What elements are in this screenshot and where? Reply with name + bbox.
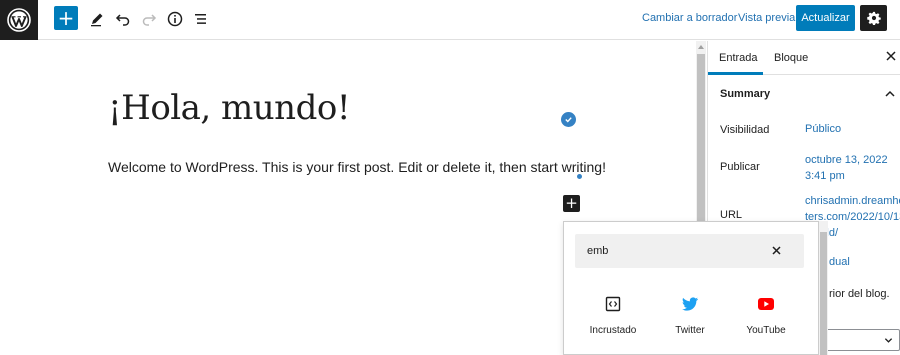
block-item-embed[interactable]: Incrustado	[583, 292, 643, 342]
paragraph-block[interactable]: Welcome to WordPress. This is your first…	[108, 159, 606, 175]
list-view-button[interactable]	[189, 7, 213, 31]
inserter-scrollbar-thumb[interactable]	[820, 232, 827, 355]
chevron-up-icon[interactable]	[884, 88, 896, 100]
partial-link-text[interactable]: dual	[829, 254, 850, 270]
block-indicator-dot	[577, 174, 582, 179]
block-item-youtube[interactable]: YouTube	[736, 292, 796, 342]
gear-icon	[866, 11, 881, 25]
preview-button[interactable]: Vista previa	[738, 12, 795, 24]
block-item-label: Incrustado	[589, 325, 637, 336]
pencil-icon	[91, 13, 103, 27]
url-label: URL	[720, 209, 743, 221]
wordpress-logo-icon	[7, 8, 31, 32]
publish-date-line: octubre 13, 2022	[805, 154, 888, 166]
sidebar-tabs: Entrada Bloque	[708, 41, 900, 75]
close-icon[interactable]	[884, 49, 898, 63]
publish-date-value[interactable]: octubre 13, 2022 3:41 pm	[805, 152, 888, 184]
scroll-up-arrow-icon[interactable]	[697, 43, 705, 51]
add-block-button[interactable]: +	[54, 6, 78, 30]
switch-to-draft-button[interactable]: Cambiar a borrador	[642, 12, 737, 24]
active-tab-indicator	[708, 72, 763, 75]
twitter-icon	[682, 296, 698, 312]
undo-icon	[115, 14, 130, 26]
redo-button[interactable]	[137, 7, 161, 31]
post-title[interactable]: ¡Hola, mundo!	[108, 88, 350, 128]
block-item-twitter[interactable]: Twitter	[660, 292, 720, 342]
embed-icon	[605, 296, 621, 312]
list-view-icon	[195, 14, 206, 24]
tab-entrada[interactable]: Entrada	[719, 52, 758, 64]
chevron-down-icon	[884, 338, 893, 343]
redo-icon	[142, 14, 157, 26]
wordpress-logo-button[interactable]	[0, 0, 38, 40]
publish-time-line: 3:41 pm	[805, 170, 845, 182]
visibility-label: Visibilidad	[720, 124, 770, 136]
block-search-input[interactable]	[575, 234, 804, 268]
url-line-1: chrisadmin.dreamhos	[805, 195, 900, 207]
search-input-value[interactable]: emb	[587, 245, 608, 257]
youtube-icon	[758, 296, 774, 312]
block-item-label: YouTube	[746, 325, 786, 336]
info-icon	[167, 11, 183, 27]
undo-button[interactable]	[111, 7, 135, 31]
visibility-value[interactable]: Público	[805, 121, 841, 137]
clear-search-icon[interactable]	[771, 245, 782, 256]
update-button[interactable]: Actualizar	[796, 5, 855, 31]
block-item-label: Twitter	[675, 325, 705, 336]
block-inserter-toggle[interactable]: +	[563, 195, 580, 212]
check-icon	[561, 112, 576, 127]
partial-option-text: rior del blog.	[829, 288, 890, 300]
tools-button[interactable]	[85, 7, 109, 31]
summary-panel-title[interactable]: Summary	[720, 88, 770, 100]
settings-button[interactable]	[860, 5, 887, 31]
details-button[interactable]	[163, 7, 187, 31]
editor-header: + Cambiar a borrador Vista previa Actual…	[0, 0, 900, 40]
tab-bloque[interactable]: Bloque	[774, 52, 808, 64]
publish-label: Publicar	[720, 161, 760, 173]
